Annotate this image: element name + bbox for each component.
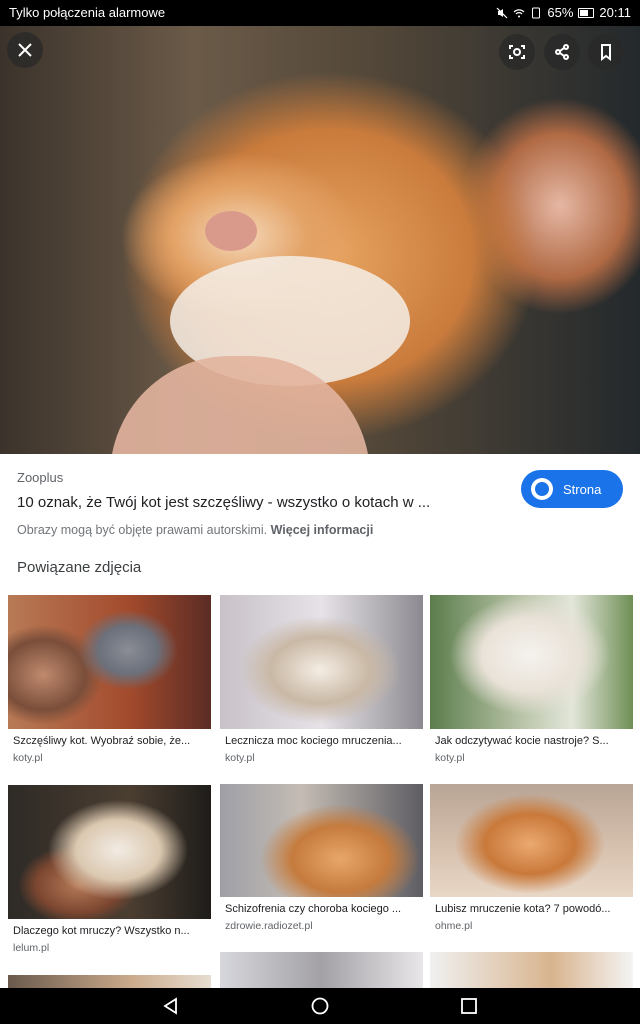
related-caption: Lubisz mruczenie kota? 7 powodó... <box>435 903 611 915</box>
related-item[interactable]: Jak odczytywać kocie nastroje? S... koty… <box>430 595 633 764</box>
back-button[interactable] <box>161 996 181 1016</box>
related-caption: Jak odczytywać kocie nastroje? S... <box>435 735 609 747</box>
related-heading: Powiązane zdjęcia <box>17 559 142 576</box>
related-item[interactable] <box>8 975 211 989</box>
related-thumbnail[interactable] <box>430 784 633 897</box>
related-thumbnail[interactable] <box>220 784 423 897</box>
home-icon <box>311 997 329 1015</box>
copyright-text: Obrazy mogą być objęte prawami autorskim… <box>17 523 268 537</box>
home-button[interactable] <box>310 996 330 1016</box>
related-caption: Lecznicza moc kociego mruczenia... <box>225 735 402 747</box>
related-thumbnail[interactable] <box>8 785 211 919</box>
recents-icon <box>461 998 477 1014</box>
close-button[interactable] <box>7 32 43 68</box>
related-domain: zdrowie.radiozet.pl <box>225 920 313 932</box>
wifi-icon <box>513 8 525 17</box>
related-domain: lelum.pl <box>13 942 50 954</box>
carrier-text: Tylko połączenia alarmowe <box>9 5 166 20</box>
related-domain: koty.pl <box>225 752 255 764</box>
related-thumbnail[interactable] <box>220 952 423 989</box>
related-item[interactable] <box>220 952 423 989</box>
related-thumbnail[interactable] <box>220 595 423 729</box>
related-domain: koty.pl <box>435 752 465 764</box>
navigation-bar <box>0 988 640 1024</box>
related-thumbnail[interactable] <box>430 595 633 729</box>
related-domain: koty.pl <box>13 752 43 764</box>
clock: 20:11 <box>599 5 631 20</box>
result-info: Zooplus 10 oznak, że Twój kot jest szczę… <box>17 470 627 537</box>
bookmark-button[interactable] <box>588 34 624 70</box>
related-thumbnail[interactable] <box>8 975 211 989</box>
globe-icon <box>531 478 553 500</box>
share-icon <box>555 44 569 60</box>
related-item[interactable]: Dlaczego kot mruczy? Wszystko n... lelum… <box>8 785 211 954</box>
related-caption: Schizofrenia czy choroba kociego ... <box>225 903 402 915</box>
related-thumbnail[interactable] <box>8 595 211 729</box>
related-item[interactable]: Lecznicza moc kociego mruczenia... koty.… <box>220 595 423 764</box>
battery-icon <box>578 7 595 18</box>
visit-button-label: Strona <box>563 481 602 497</box>
status-icons: 65% 20:11 <box>496 5 631 20</box>
sim-icon <box>532 7 541 18</box>
recents-button[interactable] <box>459 996 479 1016</box>
mute-icon <box>496 7 508 18</box>
battery-percent: 65% <box>547 5 574 20</box>
bookmark-icon <box>601 44 611 61</box>
cat-nose <box>205 211 257 251</box>
result-title[interactable]: 10 oznak, że Twój kot jest szczęśliwy - … <box>17 494 487 511</box>
related-domain: ohme.pl <box>435 920 473 932</box>
related-caption: Dlaczego kot mruczy? Wszystko n... <box>13 925 190 937</box>
related-item[interactable]: Szczęśliwy kot. Wyobraź sobie, że... kot… <box>8 595 211 764</box>
related-thumbnail[interactable] <box>430 952 633 989</box>
back-icon <box>163 997 177 1015</box>
visit-button[interactable]: Strona <box>521 470 623 508</box>
main-image[interactable] <box>0 26 640 454</box>
lens-button[interactable] <box>499 34 535 70</box>
copyright-notice: Obrazy mogą być objęte prawami autorskim… <box>17 523 373 537</box>
share-button[interactable] <box>544 34 580 70</box>
related-item[interactable]: Schizofrenia czy choroba kociego ... zdr… <box>220 784 423 932</box>
related-caption: Szczęśliwy kot. Wyobraź sobie, że... <box>13 735 191 747</box>
related-item[interactable]: Lubisz mruczenie kota? 7 powodó... ohme.… <box>430 784 633 932</box>
google-lens-icon <box>509 45 525 59</box>
more-info-link[interactable]: Więcej informacji <box>271 523 374 537</box>
status-bar: Tylko połączenia alarmowe 65% 20:11 <box>0 0 640 26</box>
close-icon <box>18 43 32 57</box>
related-item[interactable] <box>430 952 633 989</box>
